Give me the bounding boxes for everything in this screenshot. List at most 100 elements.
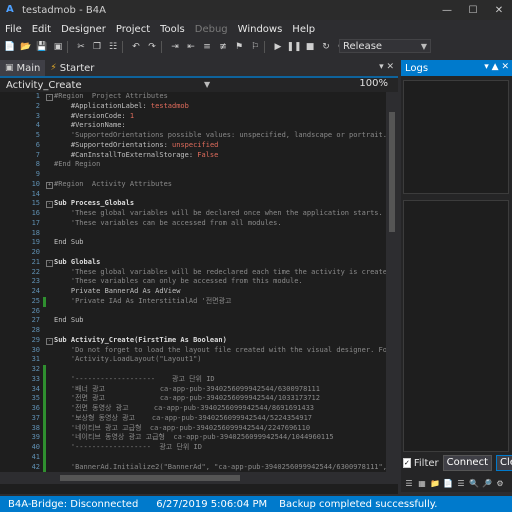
- code-line[interactable]: 30 'Do not forget to load the layout fil…: [0, 346, 386, 356]
- next-bookmark-icon[interactable]: ⚐: [249, 41, 261, 53]
- open-folder-icon[interactable]: 📂: [20, 41, 32, 53]
- stop-icon[interactable]: ■: [304, 41, 316, 53]
- tab-main[interactable]: ▣ Main: [0, 60, 46, 76]
- folder-icon[interactable]: 📁: [430, 478, 440, 488]
- list-icon[interactable]: ☰: [456, 478, 466, 488]
- logs-upper-pane[interactable]: [403, 80, 509, 194]
- sub-select[interactable]: Activity_Create: [6, 80, 82, 91]
- scroll-thumb[interactable]: [60, 475, 240, 481]
- code-line[interactable]: 21- Sub Globals: [0, 258, 386, 268]
- code-line[interactable]: 27 End Sub: [0, 316, 386, 326]
- collapse-icon[interactable]: -: [46, 259, 53, 267]
- close-icon[interactable]: ✕: [486, 0, 512, 20]
- grid-icon[interactable]: ▦: [417, 478, 427, 488]
- menu-windows[interactable]: Windows: [233, 24, 288, 35]
- menu-project[interactable]: Project: [111, 24, 155, 35]
- menu-tools[interactable]: Tools: [155, 24, 190, 35]
- cut-icon[interactable]: ✂: [75, 41, 87, 53]
- code-line[interactable]: 19 End Sub: [0, 238, 386, 248]
- outdent-icon[interactable]: ⇤: [185, 41, 197, 53]
- bookmark-icon[interactable]: ⚑: [233, 41, 245, 53]
- comment-icon[interactable]: ≡: [201, 41, 213, 53]
- code-line[interactable]: 25 'Private IAd As InterstitialAd '전면광고: [0, 296, 386, 307]
- save-icon[interactable]: 💾: [36, 41, 48, 53]
- code-line[interactable]: 31 'Activity.LoadLayout("Layout1"): [0, 355, 386, 365]
- filter-checkbox[interactable]: ✓: [403, 458, 411, 468]
- code-line[interactable]: 5 'SupportedOrientations possible values…: [0, 131, 386, 141]
- menu-designer[interactable]: Designer: [56, 24, 111, 35]
- code-line[interactable]: 39 '네이티브 동영상 광고 고급형 ca-app-pub-394025609…: [0, 433, 386, 443]
- code-line[interactable]: 41: [0, 452, 386, 463]
- code-line[interactable]: 29- Sub Activity_Create(FirstTime As Bool…: [0, 336, 386, 346]
- clear-button[interactable]: Cle: [496, 455, 512, 471]
- code-line[interactable]: 6 #SupportedOrientations: unspecified: [0, 141, 386, 151]
- menu-help[interactable]: Help: [287, 24, 320, 35]
- code-editor[interactable]: 1- #Region Project Attributes 2 #Applicati…: [0, 92, 386, 472]
- build-config-select[interactable]: Release ▼: [339, 39, 431, 53]
- tab-menu-icon[interactable]: ▾ ✕: [379, 62, 394, 72]
- redo-icon[interactable]: ↷: [146, 41, 158, 53]
- code-line[interactable]: 37 '보상형 동영상 광고 ca-app-pub-39402560999425…: [0, 413, 386, 424]
- copy-icon[interactable]: ❐: [91, 41, 103, 53]
- search-icon[interactable]: 🔍: [469, 478, 479, 488]
- pause-icon[interactable]: ❚❚: [286, 41, 301, 53]
- code-line[interactable]: 2 #ApplicationLabel: testadmob: [0, 102, 386, 112]
- code-line[interactable]: 7 #CanInstallToExternalStorage: False: [0, 151, 386, 161]
- run-icon[interactable]: ▶: [272, 41, 284, 53]
- connect-button[interactable]: Connect: [442, 455, 492, 471]
- code-line[interactable]: 16 'These global variables will be decla…: [0, 209, 386, 219]
- tab-starter[interactable]: ⚡ Starter: [45, 60, 99, 76]
- code-line[interactable]: 33 '------------------- 광고 단위 ID: [0, 374, 386, 385]
- chevron-down-icon[interactable]: ▼: [204, 80, 210, 89]
- vertical-scrollbar[interactable]: [386, 92, 398, 472]
- code-line[interactable]: 18: [0, 229, 386, 239]
- collapse-icon[interactable]: -: [46, 94, 53, 101]
- paste-icon[interactable]: ☷: [107, 41, 119, 53]
- new-file-icon[interactable]: 📄: [4, 41, 16, 53]
- menu-file[interactable]: File: [0, 24, 27, 35]
- step-icon[interactable]: ↻: [320, 41, 332, 53]
- indent-icon[interactable]: ⇥: [169, 41, 181, 53]
- code-line[interactable]: 38 '네이티브 광고 고급형 ca-app-pub-3940256099942…: [0, 423, 386, 434]
- code-line[interactable]: 1- #Region Project Attributes: [0, 92, 386, 102]
- settings-icon[interactable]: ⚙: [495, 478, 505, 488]
- code-line[interactable]: 8 #End Region: [0, 160, 386, 170]
- menu-debug[interactable]: Debug: [190, 24, 233, 35]
- code-line[interactable]: 22 'These global variables will be redec…: [0, 268, 386, 278]
- code-line[interactable]: 9: [0, 170, 386, 180]
- save-all-icon[interactable]: ▣: [52, 41, 64, 53]
- panel-controls-icon[interactable]: ▾ ▲ ✕: [484, 62, 509, 72]
- logs-output[interactable]: [403, 200, 509, 452]
- code-line[interactable]: 32: [0, 365, 386, 375]
- search-icon[interactable]: 🔎: [482, 478, 492, 488]
- code-line[interactable]: 26: [0, 307, 386, 317]
- uncomment-icon[interactable]: ≢: [217, 41, 229, 53]
- zoom-select[interactable]: 100%: [359, 78, 388, 89]
- code-line[interactable]: 35 '전면 광고 ca-app-pub-3940256099942544/10…: [0, 394, 386, 404]
- minimize-icon[interactable]: —: [434, 0, 460, 20]
- code-line[interactable]: 36 '전면 동영상 광고 ca-app-pub-394025609994254…: [0, 404, 386, 414]
- document-icon[interactable]: 📄: [443, 478, 453, 488]
- collapse-icon[interactable]: -: [46, 201, 53, 209]
- code-line[interactable]: 3 #VersionCode: 1: [0, 112, 386, 122]
- code-line[interactable]: 28: [0, 326, 386, 336]
- undo-icon[interactable]: ↶: [130, 41, 142, 53]
- code-line[interactable]: 4 #VersionName:: [0, 121, 386, 131]
- maximize-icon[interactable]: ☐: [460, 0, 486, 20]
- code-line[interactable]: 23 'These variables can only be accessed…: [0, 277, 386, 287]
- code-line[interactable]: 20: [0, 248, 386, 258]
- code-line[interactable]: 14: [0, 190, 386, 200]
- code-line[interactable]: 42 'BannerAd.Initialize2("BannerAd", "ca…: [0, 462, 386, 472]
- menu-edit[interactable]: Edit: [27, 24, 56, 35]
- expand-icon[interactable]: +: [46, 181, 53, 189]
- code-line[interactable]: 10 + #Region Activity Attributes: [0, 180, 386, 190]
- code-line[interactable]: 15- Sub Process_Globals: [0, 199, 386, 209]
- code-line[interactable]: 34 '배너 광고 ca-app-pub-3940256099942544/63…: [0, 384, 386, 395]
- code-line[interactable]: 24 Private BannerAd As AdView: [0, 287, 386, 297]
- collapse-icon[interactable]: -: [46, 337, 53, 345]
- list-icon[interactable]: ☰: [404, 478, 414, 488]
- horizontal-scrollbar[interactable]: [0, 472, 398, 484]
- scroll-thumb[interactable]: [389, 112, 395, 232]
- code-line[interactable]: 17 'These variables can be accessed from…: [0, 219, 386, 229]
- code-line[interactable]: 40 '------------------ 광고 단위 ID: [0, 443, 386, 453]
